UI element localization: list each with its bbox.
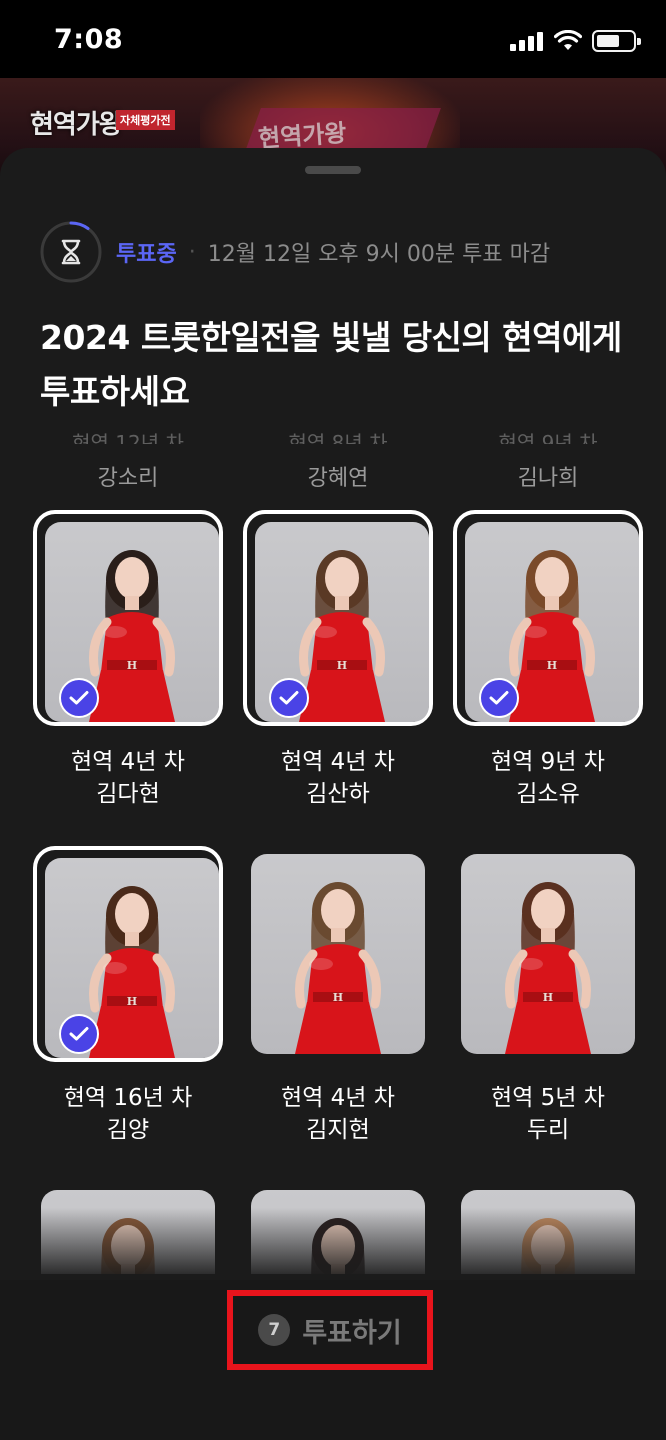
check-icon (59, 1014, 99, 1054)
candidate-name: 김양 (106, 1117, 150, 1143)
vote-sheet: 투표중 · 12월 12일 오후 9시 00분 투표 마감 2024 트롯한일전… (0, 148, 666, 1440)
candidate-name: 강소리 (97, 466, 159, 491)
candidate-career: 현역 4년 차 (281, 749, 395, 775)
candidate-caption: 현역 4년 차김산하 (233, 746, 443, 810)
candidate-name: 두리 (526, 1117, 570, 1143)
candidate-photo-frame[interactable]: H (453, 846, 643, 1062)
faded-candidate[interactable]: 현역 8년 차 강혜연 (238, 424, 438, 492)
battery-icon (592, 30, 641, 52)
faded-candidate-row: 현역 12년 차 강소리 현역 8년 차 강혜연 현역 9년 차 김나희 (0, 424, 666, 494)
candidate-caption: 현역 4년 차김다현 (23, 746, 233, 810)
page-title: 2024 트롯한일전을 빛낼 당신의 현역에게 투표하세요 (40, 318, 622, 411)
banner-logo-sub: 자체평가전 (116, 110, 175, 130)
vote-status-row: 투표중 · 12월 12일 오후 9시 00분 투표 마감 (116, 236, 550, 268)
check-icon (269, 678, 309, 718)
svg-text:H: H (127, 995, 137, 1008)
candidate-photo: H (251, 854, 425, 1054)
candidate-career: 현역 5년 차 (491, 1085, 605, 1111)
svg-text:H: H (333, 991, 343, 1004)
svg-text:H: H (127, 659, 137, 672)
svg-text:H: H (547, 659, 557, 672)
candidate-caption: 현역 9년 차김소유 (443, 746, 653, 810)
vote-count-badge: 7 (258, 1314, 291, 1346)
candidate-career: 현역 12년 차 (72, 432, 184, 444)
candidate-photo-frame[interactable]: H (453, 510, 643, 726)
candidate-photo: H (461, 854, 635, 1054)
faded-candidate[interactable]: 현역 12년 차 강소리 (28, 424, 228, 492)
candidate-caption: 현역 4년 차김지현 (233, 1082, 443, 1146)
candidate-photo-frame[interactable]: H (243, 510, 433, 726)
check-icon (479, 678, 519, 718)
candidate-career: 현역 8년 차 (288, 432, 388, 444)
screen: 7:08 현역가왕 자체평가전 현역가왕 투표중 · 12월 12일 오후 9시… (0, 0, 666, 1440)
candidate-career: 현역 4년 차 (281, 1085, 395, 1111)
status-time: 7:08 (54, 24, 124, 55)
candidate-career: 현역 9년 차 (498, 432, 598, 444)
vote-button-label: 투표하기 (302, 1317, 402, 1349)
candidate-photo-frame[interactable]: H (33, 846, 223, 1062)
candidate-name: 김산하 (306, 781, 370, 807)
candidate-career: 현역 4년 차 (71, 749, 185, 775)
status-icons (510, 30, 641, 52)
sheet-handle[interactable] (305, 166, 361, 174)
banner-logo: 현역가왕 (30, 110, 123, 140)
vote-deadline: 12월 12일 오후 9시 00분 투표 마감 (207, 242, 551, 267)
svg-text:H: H (337, 659, 347, 672)
bottom-fade (0, 1208, 666, 1282)
separator-dot: · (188, 239, 196, 265)
candidate-caption: 현역 5년 차두리 (443, 1082, 653, 1146)
candidate-name: 강혜연 (307, 466, 369, 491)
candidate-name: 김나희 (517, 466, 579, 491)
candidate-grid: 현역 12년 차 강소리 현역 8년 차 강혜연 현역 9년 차 김나희 H 현역… (0, 424, 666, 1274)
check-icon (59, 678, 99, 718)
signal-icon (510, 31, 544, 51)
candidate-career: 현역 9년 차 (491, 749, 605, 775)
vote-button[interactable]: 7 투표하기 (227, 1290, 433, 1370)
candidate-photo-frame[interactable]: H (33, 510, 223, 726)
candidate-photo-frame[interactable]: H (243, 846, 433, 1062)
faded-candidate[interactable]: 현역 9년 차 김나희 (448, 424, 648, 492)
vote-status-label: 투표중 (116, 242, 177, 267)
wifi-icon (554, 30, 582, 50)
svg-text:H: H (543, 991, 553, 1004)
status-bar: 7:08 (0, 0, 666, 80)
candidate-name: 김소유 (516, 781, 580, 807)
candidate-name: 김지현 (306, 1117, 370, 1143)
candidate-name: 김다현 (96, 781, 160, 807)
candidate-career: 현역 16년 차 (63, 1085, 193, 1111)
candidate-caption: 현역 16년 차김양 (23, 1082, 233, 1146)
hourglass-icon (40, 221, 102, 283)
